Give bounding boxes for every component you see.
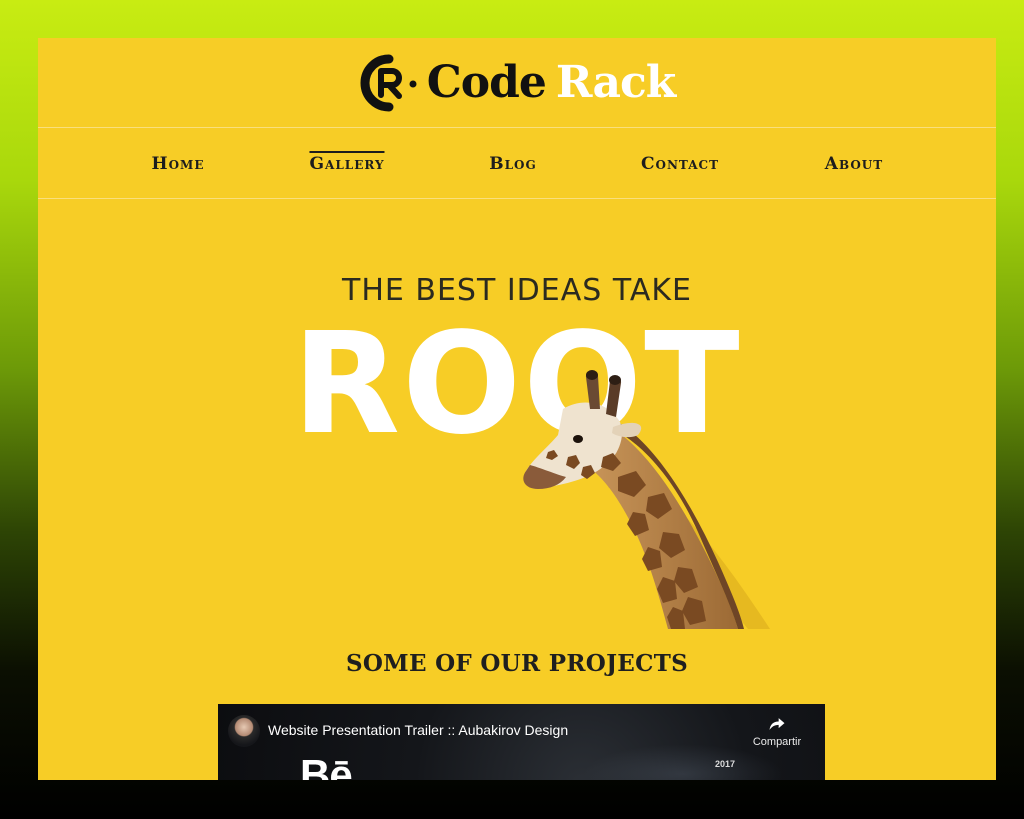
giraffe-image: [523, 370, 770, 629]
nav-contact[interactable]: Contact: [641, 154, 719, 174]
nav-about[interactable]: About: [825, 154, 883, 174]
share-button[interactable]: Compartir: [747, 714, 807, 748]
nav-home[interactable]: Home: [152, 154, 205, 174]
main-nav: Home Gallery Blog Contact About: [38, 128, 996, 199]
share-label: Compartir: [752, 736, 802, 748]
share-arrow-icon: [769, 718, 785, 730]
video-brand-text: Bē: [300, 751, 353, 781]
logo-link[interactable]: Code Rack: [359, 53, 676, 113]
logo-word-rack: Rack: [555, 56, 676, 108]
projects-heading: SOME OF OUR PROJECTS: [345, 650, 689, 677]
video-embed[interactable]: Website Presentation Trailer :: Aubakiro…: [218, 704, 825, 780]
video-background-glow: [583, 744, 783, 780]
video-year: 2017: [715, 759, 736, 769]
channel-avatar[interactable]: [228, 715, 260, 747]
page-frame: Code Rack Home Gallery Blog Contact About…: [38, 38, 996, 780]
nav-blog[interactable]: Blog: [489, 154, 537, 174]
hero-section: THE BEST IDEAS TAKE ROOT: [38, 199, 996, 629]
nav-gallery[interactable]: Gallery: [309, 151, 385, 174]
cr-logo-icon: [360, 54, 417, 111]
site-header: Code Rack: [38, 38, 996, 128]
site-logo-text: Code Rack: [427, 60, 677, 105]
video-title[interactable]: Website Presentation Trailer :: Aubakiro…: [268, 722, 568, 738]
logo-word-code: Code: [426, 56, 547, 108]
